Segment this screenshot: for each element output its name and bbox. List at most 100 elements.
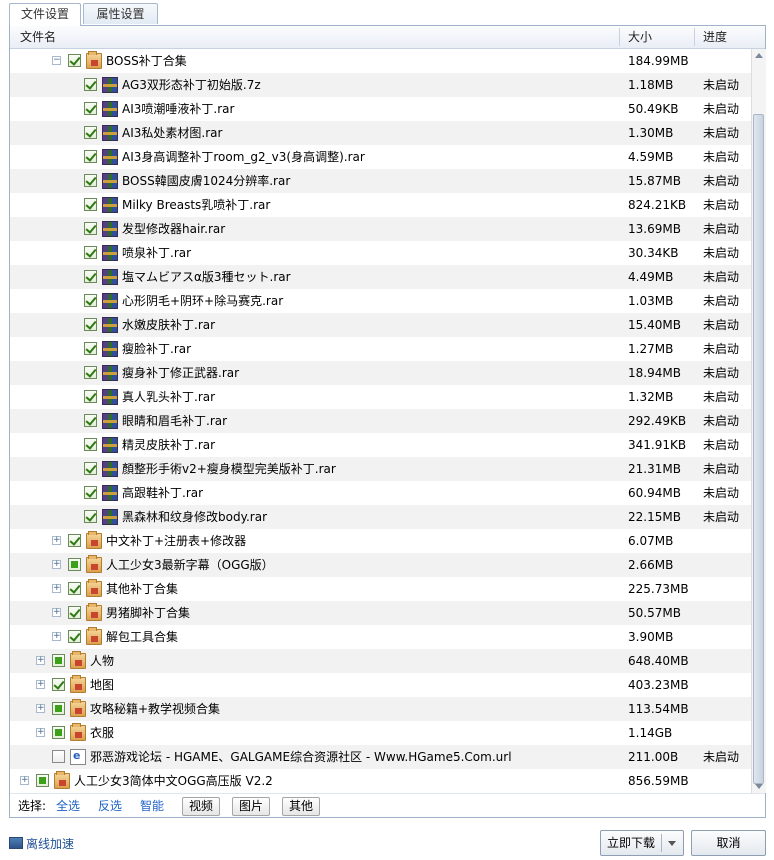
expand-icon[interactable]: + xyxy=(52,632,61,641)
row-checkbox[interactable] xyxy=(84,270,97,283)
row-checkbox[interactable] xyxy=(84,414,97,427)
folder-row[interactable]: + 人物 648.40MB xyxy=(10,649,751,673)
expand-icon[interactable]: + xyxy=(52,536,61,545)
file-row[interactable]: AI3喷潮唾液补丁.rar 50.49KB 未启动 xyxy=(10,97,751,121)
expand-icon[interactable]: + xyxy=(36,728,45,737)
file-row[interactable]: 瘦脸补丁.rar 1.27MB 未启动 xyxy=(10,337,751,361)
row-name: 攻略秘籍+教学视频合集 xyxy=(90,702,221,716)
row-checkbox[interactable] xyxy=(84,390,97,403)
row-checkbox[interactable] xyxy=(68,630,81,643)
row-checkbox[interactable] xyxy=(68,534,81,547)
row-checkbox[interactable] xyxy=(52,654,65,667)
file-row[interactable]: 黑森林和纹身修改body.rar 22.15MB 未启动 xyxy=(10,505,751,529)
file-row[interactable]: AG3双形态补丁初始版.7z 1.18MB 未启动 xyxy=(10,73,751,97)
file-row[interactable]: 真人乳头补丁.rar 1.32MB 未启动 xyxy=(10,385,751,409)
column-filename[interactable]: 文件名 xyxy=(20,26,56,48)
row-checkbox[interactable] xyxy=(84,126,97,139)
folder-row[interactable]: + 攻略秘籍+教学视频合集 113.54MB xyxy=(10,697,751,721)
vertical-scrollbar[interactable] xyxy=(751,49,766,793)
row-size: 403.23MB xyxy=(628,678,689,692)
file-row[interactable]: 瘦身补丁修正武器.rar 18.94MB 未启动 xyxy=(10,361,751,385)
row-checkbox[interactable] xyxy=(84,318,97,331)
scroll-down-icon[interactable] xyxy=(755,784,763,789)
file-row[interactable]: AI3身高调整补丁room_g2_v3(身高调整).rar 4.59MB 未启动 xyxy=(10,145,751,169)
file-row[interactable]: 水嫩皮肤补丁.rar 15.40MB 未启动 xyxy=(10,313,751,337)
smart-select-link[interactable]: 智能 xyxy=(140,794,164,818)
row-checkbox[interactable] xyxy=(84,438,97,451)
row-name: Milky Breasts乳喷补丁.rar xyxy=(122,198,271,212)
file-row[interactable]: 发型修改器hair.rar 13.69MB 未启动 xyxy=(10,217,751,241)
folder-row[interactable]: + 衣服 1.14GB xyxy=(10,721,751,745)
expand-icon[interactable]: + xyxy=(52,608,61,617)
rar-icon xyxy=(102,317,118,333)
file-row[interactable]: 顏整形手術v2+瘦身模型完美版补丁.rar 21.31MB 未启动 xyxy=(10,457,751,481)
file-row[interactable]: BOSS韓國皮膚1024分辨率.rar 15.87MB 未启动 xyxy=(10,169,751,193)
row-checkbox[interactable] xyxy=(84,102,97,115)
column-progress[interactable]: 进度 xyxy=(703,26,727,48)
download-now-button[interactable]: 立即下载 xyxy=(600,830,684,856)
row-checkbox[interactable] xyxy=(84,366,97,379)
row-checkbox[interactable] xyxy=(84,246,97,259)
cancel-button[interactable]: 取消 xyxy=(691,830,766,856)
folder-row[interactable]: + 男猪脚补丁合集 50.57MB xyxy=(10,601,751,625)
select-all-link[interactable]: 全选 xyxy=(56,794,80,818)
image-filter-button[interactable]: 图片 xyxy=(232,797,270,816)
scroll-up-icon[interactable] xyxy=(755,53,763,58)
row-checkbox[interactable] xyxy=(84,462,97,475)
row-checkbox[interactable] xyxy=(68,54,81,67)
folder-icon xyxy=(70,699,86,717)
file-row[interactable]: 精灵皮肤补丁.rar 341.91KB 未启动 xyxy=(10,433,751,457)
tab-file-settings[interactable]: 文件设置 xyxy=(9,3,81,26)
video-filter-button[interactable]: 视频 xyxy=(182,797,220,816)
file-row[interactable]: 邪恶游戏论坛 - HGAME、GALGAME综合资源社区 - Www.HGame… xyxy=(10,745,751,769)
column-size[interactable]: 大小 xyxy=(628,26,652,48)
row-checkbox[interactable] xyxy=(52,678,65,691)
row-checkbox[interactable] xyxy=(84,486,97,499)
expand-icon[interactable]: + xyxy=(36,704,45,713)
folder-row[interactable]: + 人工少女3最新字幕（OGG版） 2.66MB xyxy=(10,553,751,577)
row-checkbox[interactable] xyxy=(84,150,97,163)
row-checkbox[interactable] xyxy=(84,294,97,307)
row-progress: 未启动 xyxy=(703,438,740,452)
row-checkbox[interactable] xyxy=(84,174,97,187)
scroll-thumb[interactable] xyxy=(753,114,764,784)
expand-icon[interactable]: + xyxy=(36,656,45,665)
row-checkbox[interactable] xyxy=(68,558,81,571)
row-checkbox[interactable] xyxy=(68,582,81,595)
row-checkbox[interactable] xyxy=(84,198,97,211)
folder-row[interactable]: + 人工少女3简体中文OGG高压版 V2.2 856.59MB xyxy=(10,769,751,793)
folder-row[interactable]: + 地图 403.23MB xyxy=(10,673,751,697)
other-filter-button[interactable]: 其他 xyxy=(282,797,320,816)
expand-icon[interactable]: + xyxy=(20,776,29,785)
expand-icon[interactable]: + xyxy=(52,584,61,593)
row-size: 30.34KB xyxy=(628,246,679,260)
tab-property-settings[interactable]: 属性设置 xyxy=(83,3,158,24)
row-checkbox[interactable] xyxy=(84,222,97,235)
row-size: 856.59MB xyxy=(628,774,689,788)
row-checkbox[interactable] xyxy=(36,774,49,787)
file-row[interactable]: 眼睛和眉毛补丁.rar 292.49KB 未启动 xyxy=(10,409,751,433)
folder-row[interactable]: + 中文补丁+注册表+修改器 6.07MB xyxy=(10,529,751,553)
row-checkbox[interactable] xyxy=(84,78,97,91)
file-row[interactable]: AI3私处素材图.rar 1.30MB 未启动 xyxy=(10,121,751,145)
file-row[interactable]: 塩マムビアスα版3種セット.rar 4.49MB 未启动 xyxy=(10,265,751,289)
row-checkbox[interactable] xyxy=(84,342,97,355)
expand-icon[interactable]: + xyxy=(52,560,61,569)
row-checkbox[interactable] xyxy=(52,726,65,739)
file-row[interactable]: 心形阴毛+阴环+除马赛克.rar 1.03MB 未启动 xyxy=(10,289,751,313)
row-checkbox[interactable] xyxy=(52,702,65,715)
folder-row[interactable]: + 其他补丁合集 225.73MB xyxy=(10,577,751,601)
row-checkbox[interactable] xyxy=(52,750,65,763)
folder-row[interactable]: − BOSS补丁合集 184.99MB xyxy=(10,49,751,73)
invert-selection-link[interactable]: 反选 xyxy=(98,794,122,818)
file-row[interactable]: Milky Breasts乳喷补丁.rar 824.21KB 未启动 xyxy=(10,193,751,217)
file-row[interactable]: 喷泉补丁.rar 30.34KB 未启动 xyxy=(10,241,751,265)
file-row[interactable]: 高跟鞋补丁.rar 60.94MB 未启动 xyxy=(10,481,751,505)
row-checkbox[interactable] xyxy=(84,510,97,523)
expand-icon[interactable]: + xyxy=(36,680,45,689)
chevron-down-icon[interactable] xyxy=(668,841,676,846)
offline-accelerate-label[interactable]: 离线加速 xyxy=(26,835,74,853)
row-checkbox[interactable] xyxy=(68,606,81,619)
folder-row[interactable]: + 解包工具合集 3.90MB xyxy=(10,625,751,649)
collapse-icon[interactable]: − xyxy=(52,56,61,65)
